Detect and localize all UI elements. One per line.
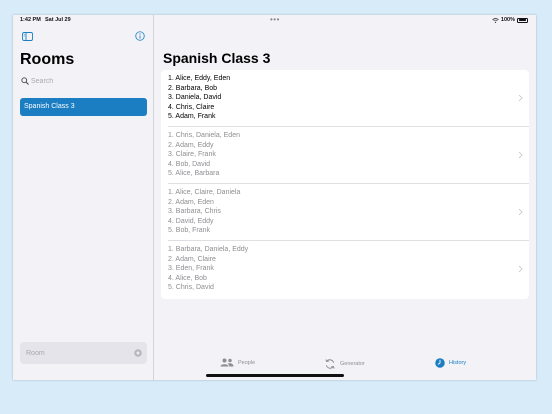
status-date: Sat Jul 29	[45, 17, 71, 23]
history-line: 4. David, Eddy	[168, 217, 214, 225]
history-line: 2. Barbara, Bob	[168, 84, 218, 92]
history-line: 1. Chris, Daniela, Eden	[168, 132, 240, 139]
generator-icon	[325, 359, 335, 369]
history-line: 2. Adam, Eden	[168, 198, 214, 206]
history-line: 3. Daniela, David	[168, 94, 222, 102]
add-room-icon[interactable]	[134, 349, 142, 357]
battery-percent: 100%	[500, 17, 515, 23]
history-row[interactable]: 1. Alice, Claire, Daniela 2. Adam, Eden …	[161, 184, 529, 241]
sidebar-toggle-icon[interactable]	[22, 32, 33, 41]
chevron-right-icon	[518, 208, 523, 216]
info-icon[interactable]	[135, 31, 145, 41]
history-line: 3. Barbara, Chris	[168, 208, 221, 216]
history-line: 2. Adam, Eddy	[168, 141, 214, 149]
history-icon	[435, 358, 445, 368]
tab-generator-label: Generator	[340, 361, 365, 367]
history-row-current[interactable]: 1. Alice, Eddy, Eden 2. Barbara, Bob 3. …	[161, 70, 529, 127]
history-line: 4. Alice, Bob	[168, 274, 207, 282]
new-room-field	[20, 342, 147, 364]
history-line: 4. Chris, Claire	[168, 103, 215, 111]
room-item-spanish-class-3[interactable]: Spanish Class 3	[20, 98, 147, 116]
history-row[interactable]: 1. Chris, Daniela, Eden 2. Adam, Eddy 3.…	[161, 127, 529, 184]
history-line: 3. Eden, Frank	[168, 265, 214, 273]
history-line: 5. Bob, Frank	[168, 227, 211, 235]
history-line: 5. Chris, David	[168, 284, 214, 292]
history-line: 1. Barbara, Daniela, Eddy	[168, 246, 249, 253]
wifi-icon	[492, 17, 499, 23]
chevron-right-icon	[518, 94, 523, 102]
tab-history-label: History	[449, 360, 467, 366]
people-icon	[220, 358, 234, 367]
battery-icon	[517, 17, 528, 23]
search-input[interactable]	[31, 74, 146, 88]
tab-history[interactable]: History	[435, 358, 466, 368]
search-icon	[21, 77, 29, 85]
tab-people-label: People	[238, 359, 256, 366]
history-line: 2. Adam, Claire	[168, 255, 216, 263]
sidebar: Rooms Spanish Class 3	[13, 15, 154, 380]
multitasking-dots-icon[interactable]: •••	[270, 15, 280, 24]
home-indicator	[206, 374, 344, 377]
main-content: Spanish Class 3 1. Alice, Eddy, Eden 2. …	[154, 15, 536, 380]
chevron-right-icon	[518, 151, 523, 159]
sidebar-title: Rooms	[20, 51, 75, 68]
new-room-input[interactable]	[26, 346, 121, 360]
history-list: 1. Alice, Eddy, Eden 2. Barbara, Bob 3. …	[161, 70, 529, 299]
tab-people[interactable]: People	[220, 358, 255, 367]
history-line: 3. Claire, Frank	[168, 151, 216, 159]
history-line: 5. Adam, Frank	[168, 113, 216, 121]
status-indicators: 100%	[492, 17, 528, 23]
chevron-right-icon	[518, 265, 523, 273]
history-row[interactable]: 1. Barbara, Daniela, Eddy 2. Adam, Clair…	[161, 241, 529, 298]
tab-generator[interactable]: Generator	[324, 358, 365, 370]
history-line: 1. Alice, Claire, Daniela	[168, 189, 241, 196]
history-line: 4. Bob, David	[168, 160, 211, 168]
history-line: 1. Alice, Eddy, Eden	[168, 75, 231, 82]
ipad-screen: Rooms Spanish Class 3 Spanish Class 3 1.…	[13, 15, 536, 380]
page-title: Spanish Class 3	[163, 50, 271, 66]
history-line: 5. Alice, Barbara	[168, 170, 220, 178]
status-time: 1:42 PM	[20, 17, 41, 23]
status-bar: 1:42 PM Sat Jul 29 ••• 100%	[13, 15, 536, 26]
